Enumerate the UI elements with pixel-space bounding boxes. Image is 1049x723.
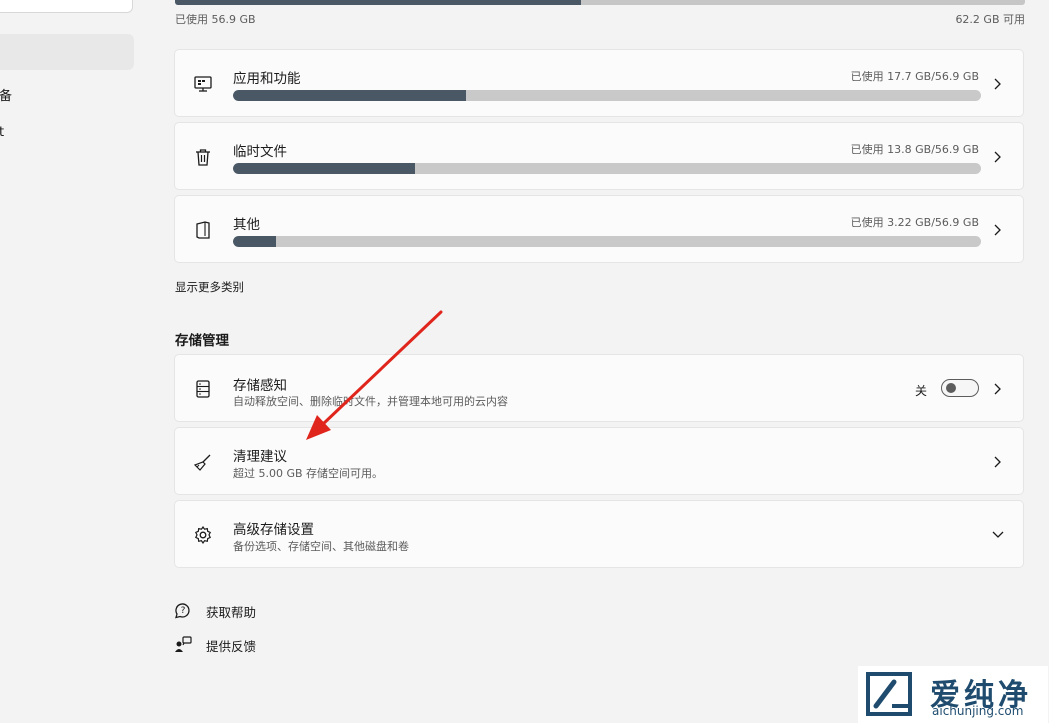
- document-icon: [196, 221, 210, 239]
- search-box[interactable]: [0, 0, 133, 13]
- storage-sense-toggle[interactable]: [941, 379, 979, 397]
- desktop-apps-icon: [194, 76, 212, 92]
- storage-sense-toggle-label: 关: [914, 384, 927, 398]
- cleanup-recommendations-subtitle: 超过 5.00 GB 存储空间可用。: [233, 467, 384, 480]
- chevron-down-icon: [992, 531, 1004, 538]
- category-usage-bar-fill: [233, 236, 276, 247]
- advanced-storage-settings-subtitle: 备份选项、存储空间、其他磁盘和卷: [233, 540, 409, 553]
- watermark: 爱纯净 aichunjing.com: [858, 666, 1048, 723]
- storage-icon: [196, 380, 210, 398]
- chevron-right-icon: [994, 224, 1001, 236]
- category-usage-bar-fill: [233, 90, 466, 101]
- advanced-storage-settings-title: 高级存储设置: [233, 522, 314, 538]
- total-storage-bar: [175, 0, 1025, 5]
- chevron-right-icon: [994, 456, 1001, 468]
- svg-text:?: ?: [181, 606, 186, 616]
- total-free-text: 62.2 GB 可用: [955, 13, 1025, 26]
- chevron-right-icon: [994, 151, 1001, 163]
- nav-item-selected[interactable]: [0, 34, 134, 70]
- category-title: 临时文件: [233, 144, 287, 160]
- navigation-pane: 备 t: [0, 0, 150, 723]
- category-usage-bar-fill: [233, 163, 415, 174]
- total-used-text: 已使用 56.9 GB: [175, 13, 256, 26]
- chevron-right-icon: [994, 383, 1001, 395]
- section-title-storage-management: 存储管理: [175, 333, 229, 349]
- nav-item-label[interactable]: 备: [0, 85, 12, 104]
- toggle-knob: [946, 383, 956, 393]
- category-card-other[interactable]: 其他 已使用 3.22 GB/56.9 GB: [174, 195, 1024, 263]
- category-title: 其他: [233, 217, 260, 233]
- category-usage: 已使用 3.22 GB/56.9 GB: [850, 216, 979, 229]
- storage-sense-subtitle: 自动释放空间、删除临时文件，并管理本地可用的云内容: [233, 395, 508, 408]
- help-icon: ?: [175, 603, 190, 619]
- category-usage-bar: [233, 236, 981, 247]
- gear-icon: [194, 525, 212, 545]
- cleanup-recommendations-title: 清理建议: [233, 449, 287, 465]
- category-usage-bar: [233, 90, 981, 101]
- category-usage-bar: [233, 163, 981, 174]
- total-storage-bar-fill: [175, 0, 582, 5]
- category-title: 应用和功能: [233, 71, 301, 87]
- category-card-apps[interactable]: 应用和功能 已使用 17.7 GB/56.9 GB: [174, 49, 1024, 117]
- give-feedback-label: 提供反馈: [206, 639, 257, 654]
- chevron-right-icon: [994, 78, 1001, 90]
- category-usage: 已使用 13.8 GB/56.9 GB: [850, 143, 979, 156]
- category-usage: 已使用 17.7 GB/56.9 GB: [850, 70, 979, 83]
- trash-icon: [196, 149, 210, 166]
- get-help-label: 获取帮助: [206, 605, 257, 620]
- show-more-categories-link[interactable]: 显示更多类别: [175, 279, 244, 295]
- feedback-icon: [175, 636, 192, 652]
- nav-item-label[interactable]: t: [0, 125, 4, 140]
- category-card-temp[interactable]: 临时文件 已使用 13.8 GB/56.9 GB: [174, 122, 1024, 190]
- advanced-storage-settings-card[interactable]: 高级存储设置 备份选项、存储空间、其他磁盘和卷: [174, 500, 1024, 568]
- cleanup-recommendations-card[interactable]: 清理建议 超过 5.00 GB 存储空间可用。: [174, 427, 1024, 495]
- storage-sense-title: 存储感知: [233, 378, 287, 394]
- watermark-logo-icon: [866, 672, 912, 716]
- storage-sense-card[interactable]: 存储感知 自动释放空间、删除临时文件，并管理本地可用的云内容 关: [174, 354, 1024, 422]
- broom-icon: [193, 454, 211, 471]
- watermark-en: aichunjing.com: [932, 704, 1024, 718]
